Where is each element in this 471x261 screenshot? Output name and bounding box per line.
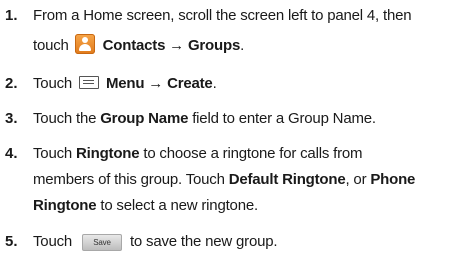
step-line: From a Home screen, scroll the screen le… [33, 4, 469, 28]
instruction-steps: 1. From a Home screen, scroll the screen… [0, 0, 471, 261]
step-text-segment: to choose a ringtone for calls from [139, 145, 363, 162]
step-bold-text: Contacts → Groups [102, 37, 241, 54]
contacts-icon [74, 34, 95, 54]
step-number: 2. [5, 75, 18, 92]
step-text-segment: to save the new group. [129, 233, 278, 250]
step-text-segment: , or [345, 171, 371, 188]
step-text-segment: touch [33, 37, 69, 54]
step-bold-text: Ringtone [33, 197, 97, 214]
step-line: Ringtone to select a new ringtone. [33, 194, 469, 218]
step-line: Touch Ringtone to choose a ringtone for … [33, 142, 469, 166]
step-text-segment: . [212, 75, 217, 92]
step-number: 3. [5, 110, 18, 127]
step-line: touch Contacts → Groups. [33, 34, 469, 58]
step-text: Touch the Group Name field to enter a Gr… [33, 107, 469, 131]
step-bold-text: Ringtone [76, 145, 140, 162]
step-text: From a Home screen, scroll the screen le… [33, 4, 469, 58]
step-bold-text: Phone [370, 171, 416, 188]
step-text: Touch Save to save the new group. [33, 230, 469, 254]
step-text-segment: Touch the [33, 110, 101, 127]
step-text: Touch Menu → Create. [33, 72, 469, 96]
step-number: 1. [5, 7, 18, 24]
step-text-segment: to select a new ringtone. [96, 197, 258, 214]
step-number: 4. [5, 145, 18, 162]
step-text-segment: . [240, 37, 245, 54]
step-text-segment: Touch [33, 145, 76, 162]
step-number: 5. [5, 233, 18, 250]
step-line: members of this group. Touch Default Rin… [33, 168, 469, 192]
step-text-segment: members of this group. Touch [33, 171, 229, 188]
step-text: Touch Ringtone to choose a ringtone for … [33, 142, 469, 218]
step-text-segment: Touch [33, 75, 73, 92]
step-bold-text: Default Ringtone [228, 171, 346, 188]
menu-icon [79, 76, 99, 89]
step-text-segment: Touch [33, 233, 73, 250]
step-text-segment: From a Home screen, scroll the screen le… [33, 7, 412, 24]
step-bold-text: Menu → Create [105, 75, 213, 92]
save-button-image: Save [82, 234, 122, 251]
step-text-segment: field to enter a Group Name. [188, 110, 376, 127]
step-bold-text: Group Name [100, 110, 189, 127]
